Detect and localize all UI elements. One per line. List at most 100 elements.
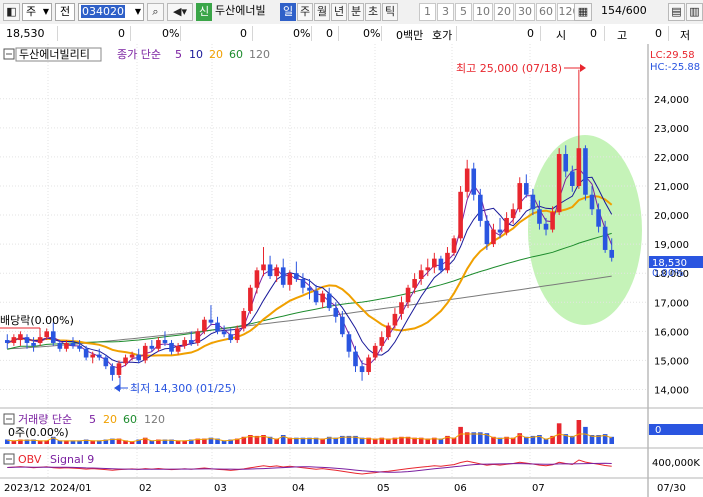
candle-body <box>458 191 463 239</box>
ma-title: 종가 단순 <box>117 48 161 61</box>
settings-icon[interactable]: ▥ <box>686 3 703 21</box>
candle-body <box>418 270 424 280</box>
candle-body <box>156 340 161 349</box>
candle-body <box>491 229 496 245</box>
candle-body <box>18 334 23 341</box>
candle-body <box>267 264 273 277</box>
candle-body <box>149 345 155 349</box>
tab-period-4[interactable]: 분 <box>348 3 364 21</box>
candle-body <box>90 354 95 358</box>
y-tick-label: 19,000 <box>654 240 689 251</box>
candle-body <box>438 258 444 271</box>
interval-3[interactable]: 3 <box>437 3 454 21</box>
candle-body <box>471 168 477 195</box>
interval-5[interactable]: 5 <box>455 3 472 21</box>
candle-body <box>129 354 135 358</box>
obv-signal: Signal 9 <box>50 453 94 466</box>
candle-body <box>596 209 601 227</box>
info-quote-label: 호가 <box>432 29 453 42</box>
candle-body <box>4 340 10 343</box>
y-tick-label: 20,000 <box>654 211 689 222</box>
x-tick-label: 07 <box>532 483 545 494</box>
chevron-down-icon: ▼ <box>42 7 49 16</box>
candle-body <box>274 267 279 277</box>
info-trade-value: 0백만 <box>396 29 424 42</box>
candle-body <box>300 279 306 288</box>
candle-body <box>504 217 509 233</box>
candle-body <box>116 363 122 375</box>
candle-body <box>64 342 69 349</box>
tab-period-2[interactable]: 월 <box>314 3 330 21</box>
candle-body <box>372 345 378 358</box>
candle-body <box>353 351 358 367</box>
y-tick-label: 24,000 <box>654 95 689 106</box>
candle-body <box>537 209 542 224</box>
tab-period-0[interactable]: 일 <box>280 3 296 21</box>
info-high-label: 고 <box>617 29 628 42</box>
candle-body <box>346 334 352 352</box>
x-tick-label: 06 <box>454 483 467 494</box>
candle-body <box>77 345 82 349</box>
candle-body <box>294 273 299 280</box>
candle-body <box>221 331 227 335</box>
candle-body <box>11 337 17 343</box>
ma-period-10: 10 <box>189 48 203 61</box>
info-high-value: 0 <box>655 27 662 40</box>
x-tick-label: 2023/12 <box>4 483 46 494</box>
candle-body <box>399 302 404 314</box>
candle-body <box>24 337 30 343</box>
market-select[interactable]: 주 ▼ <box>22 3 52 21</box>
calendar-icon[interactable]: ▦ <box>574 3 592 21</box>
candle-body <box>50 331 56 343</box>
tab-period-6[interactable]: 틱 <box>382 3 398 21</box>
candle-body <box>103 357 109 367</box>
candle-body <box>386 325 391 338</box>
interval-60[interactable]: 60 <box>536 3 556 21</box>
volume-title: 거래량 단순 <box>18 413 72 426</box>
ma-period-120: 120 <box>249 48 270 61</box>
tab-period-1[interactable]: 주 <box>297 3 313 21</box>
candle-body <box>445 252 450 271</box>
grid-icon[interactable]: ▤ <box>668 3 685 21</box>
candle-body <box>83 348 89 358</box>
stock-name: 두산에너빌 <box>215 4 266 17</box>
candle-body <box>589 194 595 210</box>
candle-body <box>478 194 483 221</box>
candle-body <box>162 340 168 343</box>
ma-period-5: 5 <box>175 48 182 61</box>
tab-period-5[interactable]: 초 <box>365 3 381 21</box>
count-input[interactable]: 154 <box>598 3 622 21</box>
current-change-tag: 0.00% <box>652 268 684 279</box>
candle-body <box>569 171 575 186</box>
dividend-annotation: 배당락(0.00%) <box>0 314 74 327</box>
info-change-rate: 0% <box>162 27 180 40</box>
interval-10[interactable]: 10 <box>473 3 493 21</box>
candle-body <box>188 340 194 343</box>
candle-body <box>326 293 332 309</box>
search-icon[interactable]: ⌕ <box>147 3 164 21</box>
layout-icon[interactable]: ◧ <box>3 3 20 21</box>
tab-period-3[interactable]: 년 <box>331 3 347 21</box>
interval-20[interactable]: 20 <box>494 3 514 21</box>
candle-body <box>280 267 286 285</box>
speaker-icon[interactable]: ◀▾ <box>167 3 193 21</box>
prev-button[interactable]: 전 <box>55 3 75 21</box>
interval-30[interactable]: 30 <box>515 3 535 21</box>
candle-body <box>583 148 588 195</box>
quote-info-bar: 18,530 0 0% 0 0% 0 0% 0백만 호가 0 시 0 고 0 저 <box>0 24 703 45</box>
stock-chart[interactable]: 14,00015,00016,00017,00018,00019,00020,0… <box>0 44 703 497</box>
x-tick-label: 03 <box>214 483 227 494</box>
interval-1[interactable]: 1 <box>419 3 436 21</box>
high-annotation: 최고 25,000 (07/18) <box>456 62 562 75</box>
obv-title: OBV <box>18 453 42 466</box>
code-input[interactable]: 034020 ▼ <box>78 3 144 21</box>
ma-period-20: 20 <box>209 48 223 61</box>
y-tick-label: 22,000 <box>654 153 689 164</box>
x-tick-label: 02 <box>139 483 152 494</box>
candle-body <box>254 270 260 288</box>
code-value: 034020 <box>81 5 125 18</box>
candle-body <box>412 279 417 288</box>
y-tick-label: 14,000 <box>654 385 689 396</box>
volume-axis-label: 0 <box>655 425 661 436</box>
info-low-label: 저 <box>680 29 691 42</box>
